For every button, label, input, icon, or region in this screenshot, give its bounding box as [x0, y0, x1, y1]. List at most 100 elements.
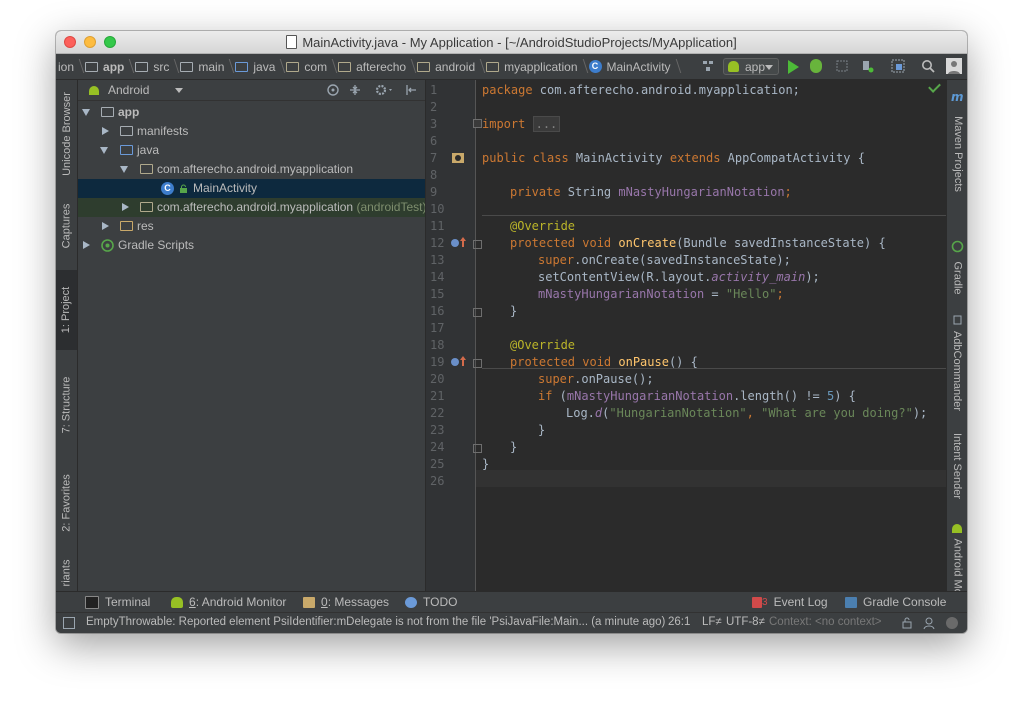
collapse-arrow-icon[interactable]	[83, 241, 90, 249]
context-indicator[interactable]: Context: <no context>	[769, 616, 882, 628]
expand-arrow-icon[interactable]	[120, 166, 128, 173]
line-number: 10	[430, 202, 445, 216]
user-avatar-icon[interactable]	[946, 58, 962, 74]
breadcrumb-item-myapplication[interactable]: myapplication	[481, 54, 583, 79]
tool-tab-structure[interactable]: 7: Structure	[56, 360, 77, 450]
messages-icon	[303, 596, 315, 608]
fold-collapse-icon[interactable]	[473, 359, 482, 368]
tool-tab-intent-sender[interactable]: Intent Sender	[947, 428, 967, 503]
tool-tab-captures[interactable]: Captures	[56, 188, 77, 263]
fold-collapse-icon[interactable]	[473, 240, 482, 249]
gear-icon[interactable]	[375, 83, 395, 97]
folder-icon	[120, 126, 133, 136]
line-number: 21	[430, 389, 445, 403]
breadcrumb-item-com[interactable]: com	[281, 54, 333, 79]
search-icon[interactable]	[921, 59, 935, 73]
collapse-arrow-icon[interactable]	[102, 222, 109, 230]
override-icon[interactable]	[451, 358, 459, 366]
chevron-down-icon[interactable]	[175, 88, 183, 93]
toggle-tool-windows-icon[interactable]	[63, 617, 75, 629]
tree-item-java[interactable]: java	[78, 141, 425, 160]
project-structure-icon[interactable]	[891, 59, 905, 73]
breadcrumb-item-app[interactable]: app	[80, 54, 130, 79]
attach-debugger-icon[interactable]	[835, 59, 849, 73]
fold-end-icon[interactable]	[473, 308, 482, 317]
android-icon	[171, 596, 183, 608]
layout-icon[interactable]	[451, 152, 465, 164]
tree-item-manifests[interactable]: manifests	[78, 122, 425, 141]
breadcrumb-item[interactable]: ion	[56, 54, 80, 79]
expand-arrow-icon[interactable]	[100, 147, 108, 154]
tool-tab-build-variants[interactable]: riants	[56, 550, 77, 595]
tree-item-gradle-scripts[interactable]: Gradle Scripts	[78, 236, 425, 255]
caret-position[interactable]: 26:1	[668, 616, 690, 628]
line-number: 23	[430, 423, 445, 437]
tool-tab-favorites[interactable]: 2: Favorites	[56, 460, 77, 545]
android-icon	[952, 524, 962, 533]
line-number: 16	[430, 304, 445, 318]
tool-tab-adbcommander[interactable]: AdbCommander	[947, 328, 967, 413]
tool-tab-messages[interactable]: 0: Messages	[303, 595, 389, 609]
hide-panel-icon[interactable]	[404, 83, 418, 97]
code-editor[interactable]: 1 2 3 6 7 8 9 10 11 12 13 14 15 16 17 18…	[426, 80, 946, 591]
debug-icon[interactable]	[810, 59, 822, 73]
code-line: mNastyHungarianNotation = "Hello";	[538, 287, 784, 301]
breadcrumb-item-src[interactable]: src	[130, 54, 175, 79]
tool-tab-gradle-console[interactable]: Gradle Console	[845, 595, 946, 609]
breadcrumb-item-android[interactable]: android	[412, 54, 481, 79]
breadcrumb-item-afterecho[interactable]: afterecho	[333, 54, 412, 79]
scroll-from-source-icon[interactable]	[326, 83, 340, 97]
line-number: 19	[430, 355, 445, 369]
file-encoding[interactable]: UTF-8≠	[726, 616, 765, 628]
run-configuration-select[interactable]: app	[723, 58, 779, 75]
folded-imports[interactable]: ...	[532, 116, 561, 132]
project-view-selector[interactable]: Android	[108, 83, 149, 97]
tool-tab-todo[interactable]: TODO	[405, 595, 457, 609]
tree-item-mainactivity[interactable]: C MainActivity	[78, 179, 425, 198]
line-separator[interactable]: LF≠	[702, 616, 722, 628]
tool-tab-event-log[interactable]: 3 Event Log	[752, 595, 828, 609]
tool-tab-android-monitor[interactable]: 6: Android Monitor	[171, 595, 286, 609]
tool-tab-terminal[interactable]: Terminal	[85, 595, 150, 609]
inspector-icon[interactable]	[922, 616, 936, 630]
fold-end-icon[interactable]	[473, 444, 482, 453]
tree-item-package[interactable]: com.afterecho.android.myapplication	[78, 160, 425, 179]
collapse-arrow-icon[interactable]	[122, 203, 129, 211]
tool-tab-unicode-browser[interactable]: Unicode Browser	[56, 84, 77, 184]
collapse-arrow-icon[interactable]	[102, 127, 109, 135]
tool-tab-project[interactable]: 1: Project	[56, 270, 77, 350]
collapse-all-icon[interactable]	[348, 83, 362, 97]
code-line: if (mNastyHungarianNotation.length() != …	[538, 389, 856, 403]
breadcrumb-item-main[interactable]: main	[175, 54, 230, 79]
tool-tab-gradle[interactable]: Gradle	[947, 255, 967, 300]
breadcrumb: ion app src main java com afterecho andr…	[56, 54, 677, 79]
line-number: 15	[430, 287, 445, 301]
tree-item-test-package[interactable]: com.afterecho.android.myapplication (and…	[78, 198, 425, 217]
terminal-icon	[85, 595, 99, 609]
maven-icon: m	[951, 90, 964, 102]
module-folder-icon	[85, 61, 99, 72]
line-number: 25	[430, 457, 445, 471]
run-icon[interactable]	[788, 60, 799, 74]
project-panel: Android app manifests java com.afterecho…	[78, 80, 426, 591]
lock-icon[interactable]	[901, 617, 913, 629]
line-number: 17	[430, 321, 445, 335]
status-message[interactable]: EmptyThrowable: Reported element PsiIden…	[86, 616, 665, 628]
ide-window: MainActivity.java - My Application - [~/…	[56, 31, 967, 633]
memory-indicator-icon[interactable]	[946, 617, 958, 629]
tree-item-app[interactable]: app	[78, 103, 425, 122]
code-line: public class MainActivity extends AppCom…	[482, 151, 865, 165]
tree-item-res[interactable]: res	[78, 217, 425, 236]
breadcrumb-item-java[interactable]: java	[230, 54, 281, 79]
tool-tab-maven-projects[interactable]: Maven Projects	[947, 106, 967, 201]
todo-icon	[405, 596, 417, 608]
folder-icon	[180, 61, 194, 72]
sync-icon[interactable]	[860, 59, 874, 73]
make-project-icon[interactable]	[701, 59, 715, 73]
breadcrumb-item-mainactivity[interactable]: C MainActivity	[584, 54, 677, 79]
arrow-up-icon	[460, 237, 466, 247]
expand-arrow-icon[interactable]	[82, 109, 90, 116]
override-icon[interactable]	[451, 239, 459, 247]
fold-expand-icon[interactable]	[473, 119, 482, 128]
navigation-bar: ion app src main java com afterecho andr…	[56, 54, 967, 80]
